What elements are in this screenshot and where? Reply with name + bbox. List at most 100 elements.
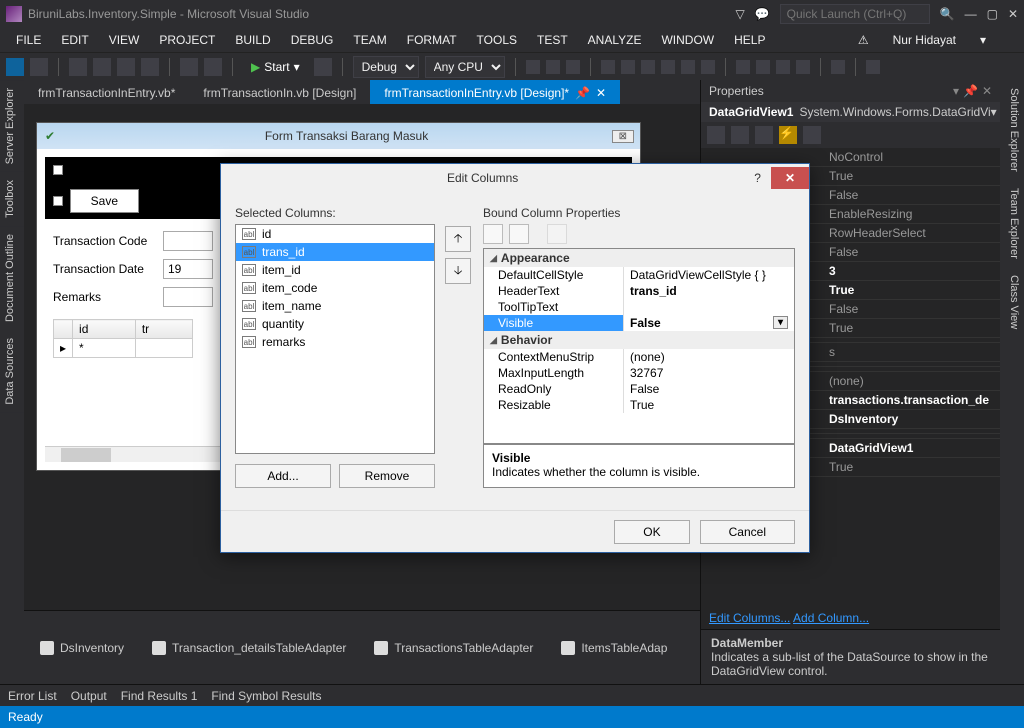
menu-help[interactable]: HELP — [724, 30, 775, 50]
layout-button-6[interactable] — [701, 60, 715, 74]
events-button[interactable]: ⚡ — [779, 126, 797, 144]
start-debug-button[interactable]: ▶Start ▾ — [243, 60, 308, 74]
menu-debug[interactable]: DEBUG — [281, 30, 344, 50]
column-item[interactable]: ablid — [236, 225, 434, 243]
close-icon[interactable]: ✕ — [596, 86, 606, 100]
menu-window[interactable]: WINDOW — [651, 30, 724, 50]
component-ItemsTableAdap[interactable]: ItemsTableAdap — [561, 641, 667, 655]
document-tab[interactable]: frmTransactionIn.vb [Design] — [189, 80, 370, 104]
remove-column-button[interactable]: Remove — [339, 464, 435, 488]
component-TransactionsTableAdapter[interactable]: TransactionsTableAdapter — [374, 641, 533, 655]
redo-button[interactable] — [204, 58, 222, 76]
add-column-button[interactable]: Add... — [235, 464, 331, 488]
spacing-button-3[interactable] — [776, 60, 790, 74]
notification-warning-icon[interactable]: ⚠ — [848, 30, 879, 50]
column-item[interactable]: ablitem_name — [236, 297, 434, 315]
resize-handle-icon[interactable] — [53, 196, 63, 206]
column-property-row[interactable]: ResizableTrue — [484, 397, 794, 413]
undo-button[interactable] — [180, 58, 198, 76]
spacing-button-2[interactable] — [756, 60, 770, 74]
layout-button-5[interactable] — [681, 60, 695, 74]
open-file-button[interactable] — [93, 58, 111, 76]
column-property-row[interactable]: ReadOnlyFalse — [484, 381, 794, 397]
minimize-icon[interactable]: — — [965, 7, 977, 22]
toolwindow-tab-error-list[interactable]: Error List — [8, 689, 57, 703]
panel-dropdown-icon[interactable]: ▾ — [953, 84, 959, 98]
menu-format[interactable]: FORMAT — [397, 30, 467, 50]
menu-project[interactable]: PROJECT — [149, 30, 225, 50]
categorized-button[interactable] — [483, 224, 503, 244]
grid-column-header[interactable]: tr — [135, 320, 192, 339]
toolwindow-class-view[interactable]: Class View — [1000, 267, 1024, 337]
column-item[interactable]: ablitem_code — [236, 279, 434, 297]
platform-select[interactable]: Any CPU — [425, 56, 505, 78]
field-input[interactable] — [163, 259, 213, 279]
alphabetical-button[interactable] — [509, 224, 529, 244]
column-property-grid[interactable]: ◢AppearanceDefaultCellStyleDataGridViewC… — [483, 248, 795, 444]
save-all-button[interactable] — [141, 58, 159, 76]
maximize-icon[interactable]: ▢ — [987, 7, 998, 22]
move-down-button[interactable]: 🡣 — [445, 258, 471, 284]
close-panel-icon[interactable]: ✕ — [982, 84, 992, 98]
start-options-button[interactable] — [314, 58, 332, 76]
resize-handle-icon[interactable] — [53, 165, 63, 175]
menu-team[interactable]: TEAM — [343, 30, 396, 50]
property-pages-button[interactable] — [803, 126, 821, 144]
menu-file[interactable]: FILE — [6, 30, 51, 50]
property-pages-mini-button[interactable] — [547, 224, 567, 244]
document-tab[interactable]: frmTransactionInEntry.vb [Design]*📌✕ — [370, 80, 620, 104]
nav-back-button[interactable] — [6, 58, 24, 76]
layout-button-3[interactable] — [641, 60, 655, 74]
signed-in-user[interactable]: Nur Hidayat — [883, 30, 966, 50]
move-up-button[interactable]: 🡡 — [445, 226, 471, 252]
align-button-3[interactable] — [566, 60, 580, 74]
dialog-help-button[interactable]: ? — [744, 167, 771, 189]
property-category[interactable]: ◢Appearance — [484, 249, 794, 267]
menu-view[interactable]: VIEW — [99, 30, 150, 50]
column-item[interactable]: ablquantity — [236, 315, 434, 333]
property-action-link[interactable]: Edit Columns... — [709, 611, 790, 625]
property-action-link[interactable]: Add Column... — [793, 611, 869, 625]
order-button-1[interactable] — [831, 60, 845, 74]
notification-icon[interactable]: ▽ — [735, 7, 744, 22]
toolwindow-solution-explorer[interactable]: Solution Explorer — [1000, 80, 1024, 180]
nav-forward-button[interactable] — [30, 58, 48, 76]
column-property-row[interactable]: HeaderTexttrans_id — [484, 283, 794, 299]
selected-columns-list[interactable]: ablidabltrans_idablitem_idablitem_codeab… — [235, 224, 435, 454]
menu-analyze[interactable]: ANALYZE — [578, 30, 652, 50]
component-Transaction_detailsTableAdapter[interactable]: Transaction_detailsTableAdapter — [152, 641, 346, 655]
document-tab[interactable]: frmTransactionInEntry.vb* — [24, 80, 189, 104]
configuration-select[interactable]: Debug — [353, 56, 419, 78]
grid-column-header[interactable]: id — [73, 320, 136, 339]
toolwindow-tab-find-results-1[interactable]: Find Results 1 — [121, 689, 198, 703]
order-button-2[interactable] — [866, 60, 880, 74]
property-category[interactable]: ◢Behavior — [484, 331, 794, 349]
menu-edit[interactable]: EDIT — [51, 30, 98, 50]
feedback-icon[interactable]: 💬 — [755, 7, 770, 22]
save-button[interactable] — [117, 58, 135, 76]
component-DsInventory[interactable]: DsInventory — [40, 641, 124, 655]
field-input[interactable] — [163, 287, 213, 307]
pin-icon[interactable]: 📌 — [963, 84, 978, 98]
menu-build[interactable]: BUILD — [225, 30, 280, 50]
layout-button-2[interactable] — [621, 60, 635, 74]
column-property-row[interactable]: ContextMenuStrip(none) — [484, 349, 794, 365]
toolwindow-tab-find-symbol-results[interactable]: Find Symbol Results — [211, 689, 321, 703]
categorized-view-button[interactable] — [707, 126, 725, 144]
alphabetical-view-button[interactable] — [731, 126, 749, 144]
menu-test[interactable]: TEST — [527, 30, 578, 50]
grid-column-header[interactable] — [54, 320, 73, 339]
spacing-button-1[interactable] — [736, 60, 750, 74]
ok-button[interactable]: OK — [614, 520, 689, 544]
new-project-button[interactable] — [69, 58, 87, 76]
menu-tools[interactable]: TOOLS — [467, 30, 527, 50]
layout-button-1[interactable] — [601, 60, 615, 74]
column-property-row[interactable]: VisibleFalse▾ — [484, 315, 794, 331]
properties-button[interactable] — [755, 126, 773, 144]
spacing-button-4[interactable] — [796, 60, 810, 74]
align-button-1[interactable] — [526, 60, 540, 74]
toolwindow-server-explorer[interactable]: Server Explorer — [0, 80, 24, 172]
column-property-row[interactable]: MaxInputLength32767 — [484, 365, 794, 381]
toolwindow-team-explorer[interactable]: Team Explorer — [1000, 180, 1024, 267]
close-icon[interactable]: ✕ — [1008, 7, 1018, 22]
